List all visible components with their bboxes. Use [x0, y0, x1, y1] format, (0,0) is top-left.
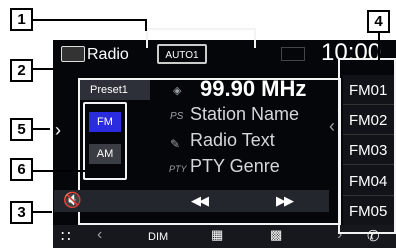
preset-bullet-icon: ◈: [173, 85, 182, 97]
callout-line-2: [30, 68, 55, 70]
menu-grid-icon[interactable]: ∷: [61, 227, 71, 245]
callout-6: 6: [10, 158, 33, 181]
radio-text-icon: ✎: [170, 137, 181, 151]
radio-text: Radio Text: [190, 130, 275, 150]
radio-source-icon: [61, 46, 85, 62]
callout-frame-4: [338, 58, 396, 234]
callout-5: 5: [10, 118, 33, 141]
callout-1: 1: [10, 8, 33, 31]
callout-line-6: [30, 170, 85, 172]
callout-line-4: [378, 30, 380, 60]
status-icon: [281, 47, 305, 61]
seek-forward-icon[interactable]: ▶▶: [276, 193, 294, 209]
callout-line-5: [30, 128, 50, 130]
manual-figure: Radio AUTO1 10:00 › FM AM Preset1 ◈ 99.9…: [0, 0, 396, 248]
callout-3: 3: [10, 201, 33, 224]
mute-icon[interactable]: 🔇: [63, 191, 82, 209]
station-name: Station Name: [190, 104, 300, 124]
pty-label: PTY: [169, 164, 187, 174]
pty-genre: PTY Genre: [190, 156, 280, 176]
bottom-left-arrow-icon[interactable]: ‹: [97, 226, 102, 244]
ps-label: PS: [170, 111, 184, 122]
dim-button[interactable]: DIM: [148, 231, 168, 243]
callout-frame-1: [146, 28, 256, 48]
frequency: 99.90 MHz: [200, 76, 307, 101]
equalizer-icon[interactable]: ▦: [211, 227, 223, 243]
callout-line-1: [145, 19, 147, 31]
seek-back-icon[interactable]: ◀◀: [191, 193, 209, 209]
preset-list-arrow-icon[interactable]: ‹: [329, 116, 335, 137]
callout-4: 4: [367, 10, 390, 33]
left-panel-arrow-icon[interactable]: ›: [55, 120, 61, 141]
screen-mode-icon[interactable]: ▩: [270, 227, 282, 243]
source-title: Radio: [87, 46, 129, 63]
callout-2: 2: [10, 59, 33, 82]
callout-line-3: [30, 211, 52, 213]
preset-name: Preset1: [90, 84, 128, 96]
